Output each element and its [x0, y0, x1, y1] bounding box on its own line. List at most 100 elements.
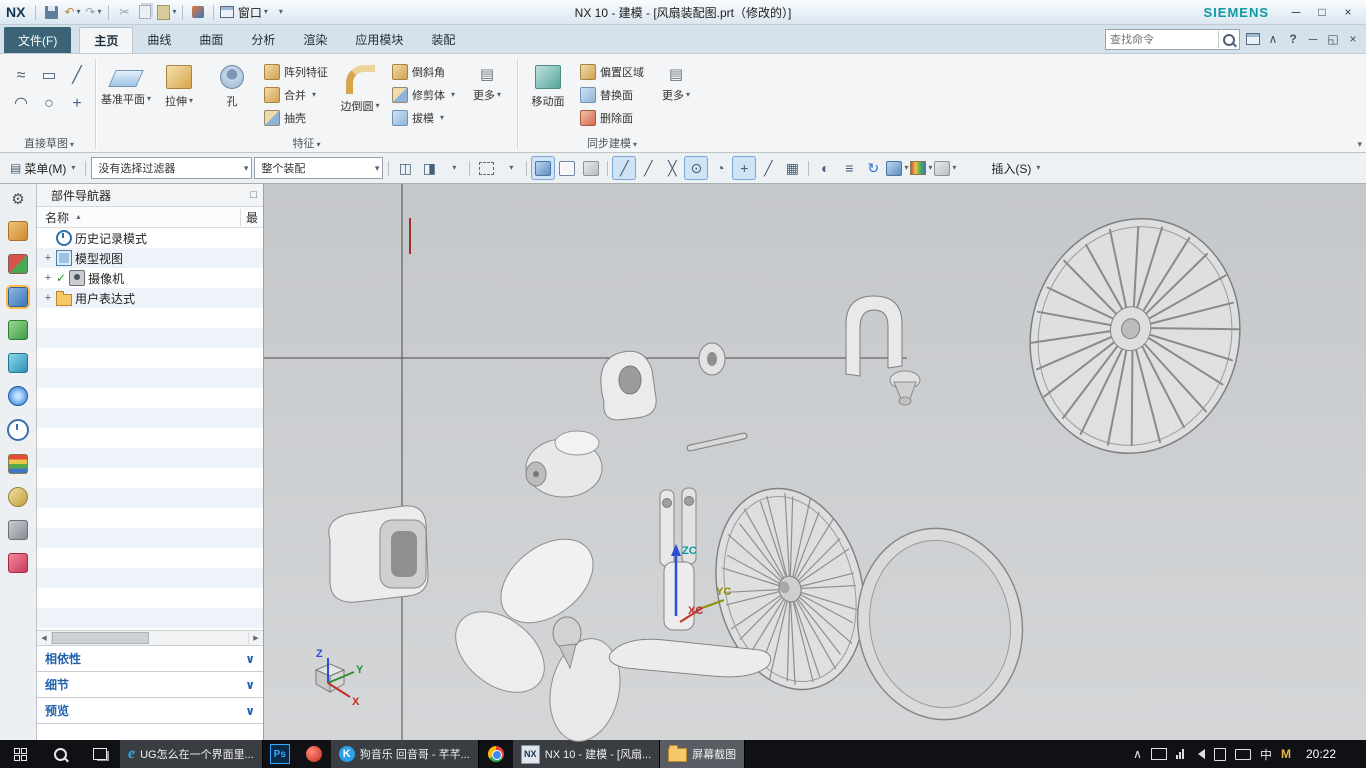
- rotate-view-icon[interactable]: ↻: [862, 157, 884, 179]
- reuse-library-icon[interactable]: [8, 320, 28, 340]
- scroll-left-icon[interactable]: ◀: [37, 631, 52, 645]
- doc-close-button[interactable]: ×: [1344, 30, 1362, 48]
- history-icon[interactable]: [7, 419, 29, 441]
- cut-button[interactable]: ✂: [115, 3, 133, 21]
- tree-item-user-expressions[interactable]: + 用户表达式: [37, 288, 263, 308]
- trim-body-button[interactable]: 修剪体 ▾: [388, 84, 459, 106]
- part-fan-blades[interactable]: [440, 522, 629, 746]
- part-motor[interactable]: [525, 430, 603, 498]
- snap-existing-point-icon[interactable]: +: [732, 156, 757, 180]
- tree-item-model-views[interactable]: + 模型视图: [37, 248, 263, 268]
- part-washer[interactable]: [698, 342, 726, 376]
- insert-menu-button[interactable]: 插入(S) ▾: [986, 157, 1045, 179]
- expander-icon[interactable]: +: [43, 252, 53, 264]
- checkmark-icon[interactable]: ✓: [56, 272, 66, 284]
- help-button[interactable]: ?: [1284, 30, 1302, 48]
- undo-button[interactable]: ↶ ▾: [63, 3, 81, 21]
- navigator-column-header[interactable]: 名称 ▲ 最: [37, 207, 263, 228]
- synchronous-more-button[interactable]: ▤ 更多 ▾: [651, 57, 701, 136]
- copy-button[interactable]: [136, 3, 154, 21]
- app-minimize-button[interactable]: ─: [1284, 3, 1308, 21]
- doc-minimize-button[interactable]: ─: [1304, 30, 1322, 48]
- window-display-dropdown[interactable]: ▾: [934, 157, 956, 179]
- highlight-related-icon[interactable]: ◫: [394, 157, 416, 179]
- paste-button[interactable]: ▾: [157, 3, 176, 21]
- lasso-dropdown[interactable]: ▾: [499, 157, 521, 179]
- section-details[interactable]: 细节 ∨: [37, 671, 263, 697]
- snap-intersection-icon[interactable]: ╳: [661, 157, 683, 179]
- display-tray-icon[interactable]: [1150, 748, 1167, 760]
- sketch-button[interactable]: ≈: [8, 63, 34, 89]
- render-style-icon[interactable]: [580, 157, 602, 179]
- roles-icon[interactable]: [8, 553, 28, 573]
- snap-arc-center-icon[interactable]: ⊙: [684, 156, 709, 180]
- part-pivot-bracket[interactable]: [600, 350, 657, 421]
- part-front-grille[interactable]: [981, 184, 1290, 496]
- start-button[interactable]: [0, 740, 40, 768]
- expander-icon[interactable]: +: [43, 292, 53, 304]
- repeat-command-button[interactable]: [189, 3, 207, 21]
- language-indicator[interactable]: 中: [1260, 746, 1272, 763]
- app-maximize-button[interactable]: □: [1310, 3, 1334, 21]
- taskbar-search-button[interactable]: [40, 740, 80, 768]
- marquee-select-icon[interactable]: [475, 157, 497, 179]
- tab-surface[interactable]: 曲面: [185, 25, 237, 53]
- selection-filter-dropdown[interactable]: 没有选择过滤器 ▾: [91, 157, 253, 179]
- layer-settings-icon[interactable]: ≡: [838, 157, 860, 179]
- expander-icon[interactable]: +: [43, 272, 53, 284]
- shaded-view-icon[interactable]: [531, 156, 556, 180]
- taskbar-clock[interactable]: 20:22: [1300, 747, 1342, 761]
- quick-access-customize-button[interactable]: ▾: [271, 3, 289, 21]
- shell-button[interactable]: 抽壳: [260, 107, 332, 129]
- snap-grid-point-icon[interactable]: ▦: [781, 157, 803, 179]
- tree-item-history-mode[interactable]: 历史记录模式: [37, 228, 263, 248]
- chamfer-button[interactable]: 倒斜角: [388, 61, 459, 83]
- snap-point-on-curve-icon[interactable]: ╱: [757, 157, 779, 179]
- graphics-window[interactable]: ZC YC XC Z Y X: [264, 184, 1366, 746]
- view-triad[interactable]: Z Y X: [314, 648, 364, 708]
- hd3d-tools-icon[interactable]: [8, 353, 28, 373]
- taskbar-item-browser[interactable]: e UG怎么在一个界面里...: [120, 740, 263, 768]
- part-pin[interactable]: [686, 432, 748, 452]
- rectangle-button[interactable]: ▭: [36, 63, 62, 89]
- group-label-synchronous[interactable]: 同步建模 ▾: [519, 135, 705, 151]
- group-label-direct-sketch[interactable]: 直接草图 ▾: [4, 135, 94, 151]
- minimize-ribbon-button[interactable]: ∧: [1264, 30, 1282, 48]
- volume-tray-icon[interactable]: [1193, 749, 1205, 759]
- scroll-right-icon[interactable]: ▶: [248, 631, 263, 645]
- tab-home[interactable]: 主页: [79, 27, 134, 53]
- wireframe-view-icon[interactable]: [556, 157, 578, 179]
- system-materials-icon[interactable]: [8, 454, 28, 474]
- tab-curve[interactable]: 曲线: [133, 25, 185, 53]
- section-dependencies[interactable]: 相依性 ∨: [37, 645, 263, 671]
- doc-restore-button[interactable]: ◱: [1324, 30, 1342, 48]
- snap-midpoint-icon[interactable]: ╱: [637, 157, 659, 179]
- resource-options-gear-icon[interactable]: ⚙: [9, 190, 27, 208]
- section-preview[interactable]: 预览 ∨: [37, 697, 263, 723]
- view-orientation-dropdown[interactable]: ▾: [886, 157, 908, 179]
- scrollbar-thumb[interactable]: [52, 632, 149, 644]
- tray-expand-icon[interactable]: ∧: [1133, 747, 1142, 761]
- command-finder-input[interactable]: [1106, 32, 1218, 47]
- part-navigator-icon[interactable]: [6, 285, 30, 309]
- point-button[interactable]: +: [64, 91, 90, 117]
- ime-icon[interactable]: M: [1281, 747, 1291, 761]
- edit-object-display-dropdown[interactable]: ▾: [910, 157, 932, 179]
- delete-face-button[interactable]: 删除面: [576, 107, 648, 129]
- menu-button[interactable]: ▤ 菜单(M) ▾: [5, 157, 80, 179]
- part-grille-band[interactable]: [843, 515, 1038, 733]
- feature-more-button[interactable]: ▤ 更多 ▾: [462, 57, 512, 136]
- tab-application[interactable]: 应用模块: [341, 25, 417, 53]
- tab-analysis[interactable]: 分析: [237, 25, 289, 53]
- line-button[interactable]: ╱: [64, 63, 90, 89]
- selection-options-dropdown[interactable]: ▾: [442, 157, 464, 179]
- edge-blend-button[interactable]: 边倒圆 ▾: [335, 57, 385, 136]
- command-finder-search-button[interactable]: [1218, 31, 1239, 48]
- manufacturing-wizard-icon[interactable]: [8, 520, 28, 540]
- arc-button[interactable]: ◠: [8, 91, 34, 117]
- extrude-button[interactable]: 拉伸 ▾: [154, 57, 204, 136]
- offset-region-button[interactable]: 偏置区域: [576, 61, 648, 83]
- part-motor-housing[interactable]: [328, 505, 429, 603]
- circle-button[interactable]: ○: [36, 91, 62, 117]
- show-hide-icon[interactable]: ◐: [814, 157, 836, 179]
